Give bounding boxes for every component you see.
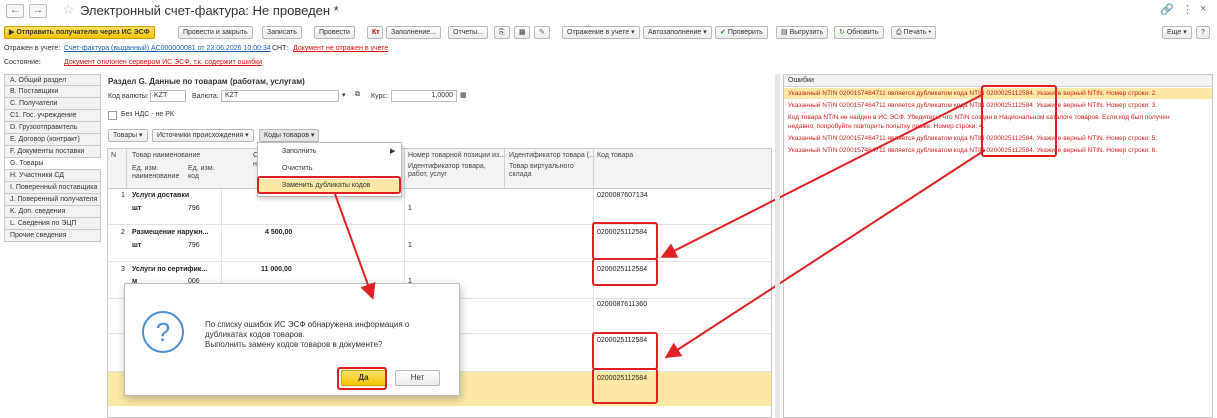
scrollbar[interactable]	[775, 74, 780, 418]
arrow-error-to-row5	[664, 149, 986, 359]
annotation-arrows	[334, 94, 986, 359]
arrow-menu-to-dialog	[334, 193, 376, 300]
arrow-error-to-row2	[660, 94, 983, 258]
